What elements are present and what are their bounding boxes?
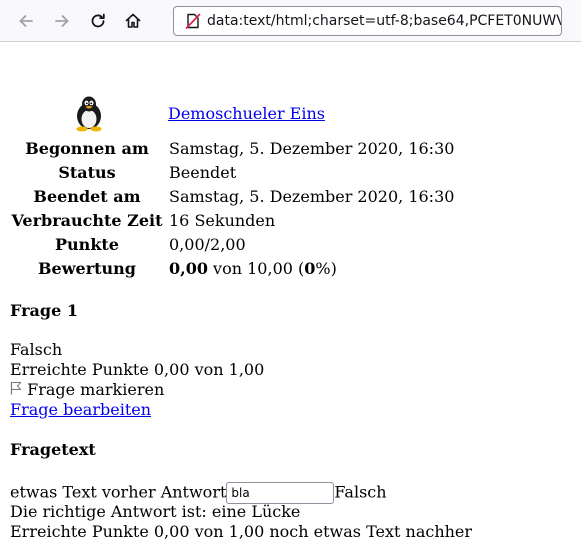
summary-row-time: Verbrauchte Zeit 16 Sekunden — [10, 208, 455, 232]
question-feedback: Erreichte Punkte 0,00 von 1,00 noch etwa… — [10, 522, 473, 541]
row-label: Status — [58, 162, 116, 182]
back-button[interactable] — [12, 7, 40, 35]
user-avatar — [70, 94, 108, 132]
answer-prefix: etwas Text vorher Antwort — [10, 482, 227, 502]
question-points: Erreichte Punkte 0,00 von 1,00 — [10, 360, 265, 379]
answer-input[interactable] — [226, 482, 335, 504]
url-text: data:text/html;charset=utf-8;base64,PCFE… — [207, 13, 561, 29]
row-label: Punkte — [55, 234, 119, 254]
user-profile-link[interactable]: Demoschueler Eins — [168, 104, 325, 123]
summary-row-started: Begonnen am Samstag, 5. Dezember 2020, 1… — [10, 136, 455, 160]
row-value: Beendet — [169, 162, 237, 182]
reload-icon — [91, 13, 105, 28]
summary-row-finished: Beendet am Samstag, 5. Dezember 2020, 16… — [10, 184, 455, 208]
question-text-heading: Fragetext — [10, 440, 96, 459]
row-label: Beendet am — [33, 186, 141, 206]
insecure-page-icon — [185, 13, 201, 29]
flag-icon — [10, 382, 22, 395]
row-label: Verbrauchte Zeit — [11, 210, 163, 230]
browser-toolbar: data:text/html;charset=utf-8;base64,PCFE… — [0, 0, 581, 42]
flag-question[interactable]: Frage markieren — [10, 380, 264, 400]
answer-line: etwas Text vorher Antwort Falsch — [10, 482, 472, 504]
grade-middle: von 10,00 ( — [207, 258, 305, 278]
grade-value: 0,00 von 10,00 (0%) — [164, 256, 455, 280]
question-body: etwas Text vorher Antwort Falsch Die rich… — [10, 482, 472, 542]
attempt-summary-table: Begonnen am Samstag, 5. Dezember 2020, 1… — [10, 136, 455, 280]
grade-end: %) — [315, 258, 337, 278]
reload-button[interactable] — [84, 7, 112, 35]
grade-score: 0,00 — [169, 258, 208, 278]
edit-question-link[interactable]: Frage bearbeiten — [10, 400, 151, 419]
flag-label: Frage markieren — [27, 380, 165, 399]
home-button[interactable] — [119, 7, 147, 35]
arrow-left-icon — [19, 15, 33, 27]
row-value: 16 Sekunden — [169, 210, 276, 230]
question-info: Falsch Erreichte Punkte 0,00 von 1,00 Fr… — [10, 340, 264, 420]
summary-row-grade: Bewertung 0,00 von 10,00 (0%) — [10, 256, 455, 280]
question-state: Falsch — [10, 340, 63, 359]
arrow-right-icon — [55, 15, 69, 27]
row-value: 0,00/2,00 — [169, 234, 246, 254]
row-value: Samstag, 5. Dezember 2020, 16:30 — [169, 186, 455, 206]
summary-row-points: Punkte 0,00/2,00 — [10, 232, 455, 256]
row-label: Bewertung — [38, 258, 136, 278]
home-icon — [125, 13, 141, 28]
summary-row-status: Status Beendet — [10, 160, 455, 184]
penguin-icon — [76, 96, 102, 132]
row-value: Samstag, 5. Dezember 2020, 16:30 — [169, 138, 455, 158]
question-title: Frage 1 — [10, 301, 78, 320]
url-bar[interactable]: data:text/html;charset=utf-8;base64,PCFE… — [173, 6, 562, 36]
forward-button[interactable] — [48, 7, 76, 35]
row-label: Begonnen am — [25, 138, 149, 158]
grade-percent: 0 — [304, 258, 316, 278]
correct-answer: Die richtige Antwort ist: eine Lücke — [10, 502, 301, 521]
answer-result: Falsch — [334, 482, 387, 502]
